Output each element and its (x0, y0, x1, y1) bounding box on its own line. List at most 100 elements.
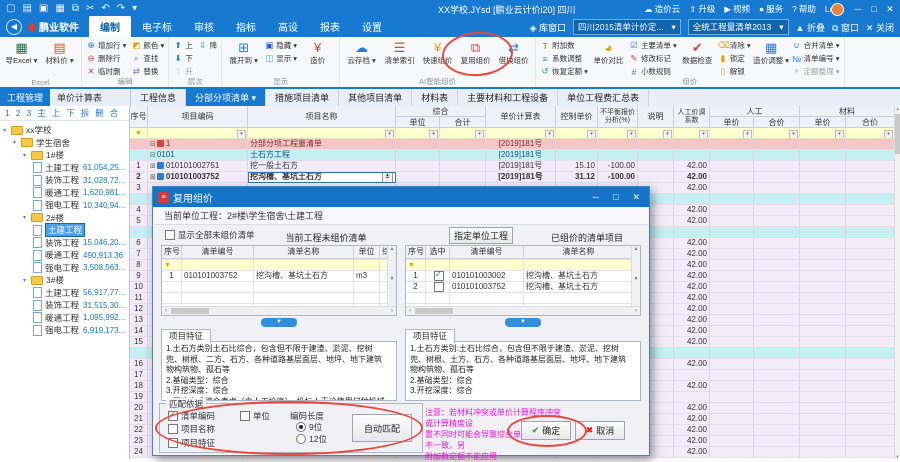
code-length-9-radio[interactable]: 9位 (296, 421, 322, 433)
tab-doc[interactable]: 措施项目清单 (266, 89, 339, 106)
tab-doc[interactable]: 分部分项清单 ▾ (186, 89, 266, 106)
spinner-dropdown-icon[interactable]: ± (382, 172, 393, 183)
tree-item[interactable]: 强电工程3,508,563... (0, 262, 129, 275)
table-row[interactable]: ⊟0101土石方工程[2019]181号 (130, 150, 895, 161)
collapse-ribbon-button[interactable]: ▲ 折叠 (796, 21, 825, 34)
save-all-icon[interactable]: ▦ (55, 0, 64, 18)
filter-cell[interactable]: ▾ (754, 128, 800, 139)
filter-dropdown-icon[interactable]: ▾ (627, 130, 636, 139)
ribbon-button[interactable]: ¥造价 (299, 39, 336, 65)
expand-icon[interactable]: ⊟ (150, 152, 156, 159)
scroll-left-icon[interactable]: ‹ (406, 307, 414, 315)
filter-dropdown-icon[interactable]: ▾ (429, 130, 438, 139)
scrollbar-thumb[interactable] (895, 114, 900, 154)
list-standard-dropdown[interactable]: 全统工程量清单2013▾ (688, 19, 789, 35)
filter-dropdown-icon[interactable]: ▾ (789, 130, 798, 139)
tab-project-manage[interactable]: 工程管理 (0, 89, 50, 106)
tree-item[interactable]: 土建工程56,917,77... (0, 287, 129, 300)
cost-cloud[interactable]: ☁造价云 (644, 3, 680, 15)
filter-cell[interactable] (254, 260, 354, 270)
filter-dropdown-icon[interactable]: ▾ (587, 130, 596, 139)
scroll-up-icon[interactable]: ▲ (895, 106, 900, 111)
list-row[interactable] (162, 293, 396, 304)
left-feature-tab[interactable]: 项目特征 (161, 329, 211, 343)
ribbon-tab[interactable]: 电子标 (131, 16, 183, 37)
horizontal-scrollbar[interactable]: ‹› (406, 306, 640, 315)
filter-cell[interactable]: ▾ (486, 128, 556, 139)
checkbox-checked-icon[interactable] (168, 411, 178, 421)
ribbon-button[interactable]: ▮锁定 (717, 52, 752, 65)
tree-item[interactable]: 暖通工程1,095,992... (0, 312, 129, 325)
ribbon-tab[interactable]: 指标 (225, 16, 267, 37)
filter-cell[interactable]: ▾ (710, 128, 754, 139)
checkbox-icon[interactable] (434, 282, 444, 292)
scroll-down-icon[interactable]: ▼ (895, 454, 900, 459)
ribbon-button[interactable]: ⊞展开到 ▾ (225, 39, 262, 65)
match-feature-checkbox[interactable]: 项目特征 (168, 437, 215, 449)
horizontal-scrollbar[interactable]: ‹› (162, 306, 396, 315)
tree-item[interactable]: 强电工程6,919,173... (0, 324, 129, 337)
unpriced-list-table[interactable]: 序号清单编号清单名称单位综合单▼1010101003752挖沟槽、基坑土石方m3… (161, 245, 397, 316)
show-all-checkbox[interactable]: 显示全部未组价清单 (165, 229, 255, 241)
back-icon[interactable]: ◀ (6, 19, 22, 35)
ribbon-button[interactable]: ⊕增加行 ▾ (85, 39, 127, 52)
close-library-button[interactable]: ✕ 关闭 (866, 21, 894, 34)
scroll-right-icon[interactable]: › (388, 307, 396, 315)
library-window-button[interactable]: ◈ 库窗口 (530, 21, 566, 34)
assign-unit-project-button[interactable]: 指定单位工程 (449, 227, 513, 244)
tree-item[interactable]: 装饰工程15,046,20... (0, 237, 129, 250)
list-row[interactable] (162, 282, 396, 293)
ribbon-button[interactable]: ▦造价调整 ▾ (753, 39, 790, 65)
tree-item[interactable]: ▾2#楼 (0, 212, 129, 225)
open-icon[interactable]: ▤ (22, 0, 31, 18)
filter-cell[interactable] (450, 260, 524, 270)
ribbon-button[interactable]: ⊖删除行 (85, 52, 127, 65)
filter-cell[interactable]: ▾ (396, 128, 440, 139)
new-icon[interactable]: ▢ (6, 0, 15, 18)
checkbox-icon[interactable] (168, 438, 178, 448)
scroll-left-icon[interactable]: ‹ (162, 307, 170, 315)
radio-selected-icon[interactable] (296, 422, 306, 432)
ribbon-button[interactable]: ≡系数调整 (539, 52, 589, 65)
tree-item[interactable]: 装饰工程31,028,72... (0, 174, 129, 187)
dialog-minimize-button[interactable]: ─ (593, 192, 599, 203)
ribbon-button[interactable]: ⌕查找 (130, 52, 165, 65)
scrollbar-thumb[interactable] (171, 308, 209, 314)
dialog-maximize-button[interactable]: □ (613, 192, 618, 203)
ribbon-button[interactable]: ¥快速组价 (419, 39, 456, 65)
help[interactable]: ?帮助 (792, 3, 816, 15)
scrollbar-thumb[interactable] (415, 308, 453, 314)
ribbon-tab[interactable]: 报表 (309, 16, 351, 37)
priced-list-table[interactable]: 序号选中清单编号清单名称▼1010101003002挖沟槽、基坑土石方20101… (405, 245, 641, 316)
dialog-close-button[interactable]: ✕ (632, 192, 640, 203)
tree-toolbar-button[interactable]: 下 (66, 107, 75, 119)
tree-toolbar-button[interactable]: 合 (110, 107, 119, 119)
ribbon-button[interactable]: ✔数据检查 (679, 39, 716, 65)
expand-icon[interactable]: ⊟ (150, 141, 156, 148)
filter-cell[interactable]: ▼ (130, 128, 148, 139)
ribbon-button[interactable]: ◕单价对比 (590, 39, 627, 65)
match-item-name-checkbox[interactable]: 项目名称 (168, 423, 215, 435)
table-row[interactable]: 1⊞010101002751挖一般土石方[2019]181号15.10-100.… (130, 161, 895, 172)
tree-toolbar-button[interactable]: 上 (52, 107, 61, 119)
video[interactable]: ▶视频 (724, 3, 750, 15)
filter-cell[interactable] (182, 260, 254, 270)
filter-cell[interactable]: ▾ (248, 128, 396, 139)
ribbon-button[interactable]: ☰清单索引 (381, 39, 418, 65)
service[interactable]: ●服务 (759, 3, 783, 15)
ribbon-tab[interactable]: 设置 (351, 16, 393, 37)
tree-item[interactable]: 土建工程 (0, 224, 129, 237)
tree-item[interactable]: 暖通工程490,913.36 (0, 249, 129, 262)
filter-dropdown-icon[interactable]: ▾ (663, 130, 672, 139)
filter-dropdown-icon[interactable]: ▾ (475, 130, 484, 139)
vertical-scrollbar[interactable]: ▲ ▼ (894, 106, 900, 459)
ribbon-button[interactable]: №清单编号 ▾ (791, 52, 841, 65)
filter-cell[interactable]: ▾ (148, 128, 248, 139)
tree-item[interactable]: ▾1#楼 (0, 149, 129, 162)
code-length-12-radio[interactable]: 12位 (296, 433, 327, 445)
upgrade[interactable]: ⇧升级 (689, 3, 715, 15)
tree-item[interactable]: ▾学生宿舍 (0, 137, 129, 150)
tree-item[interactable]: ▾xx学校 (0, 124, 129, 137)
ribbon-button[interactable]: ▦导Excel ▾ (3, 39, 40, 65)
tree-toolbar-button[interactable]: 2 (16, 108, 21, 118)
